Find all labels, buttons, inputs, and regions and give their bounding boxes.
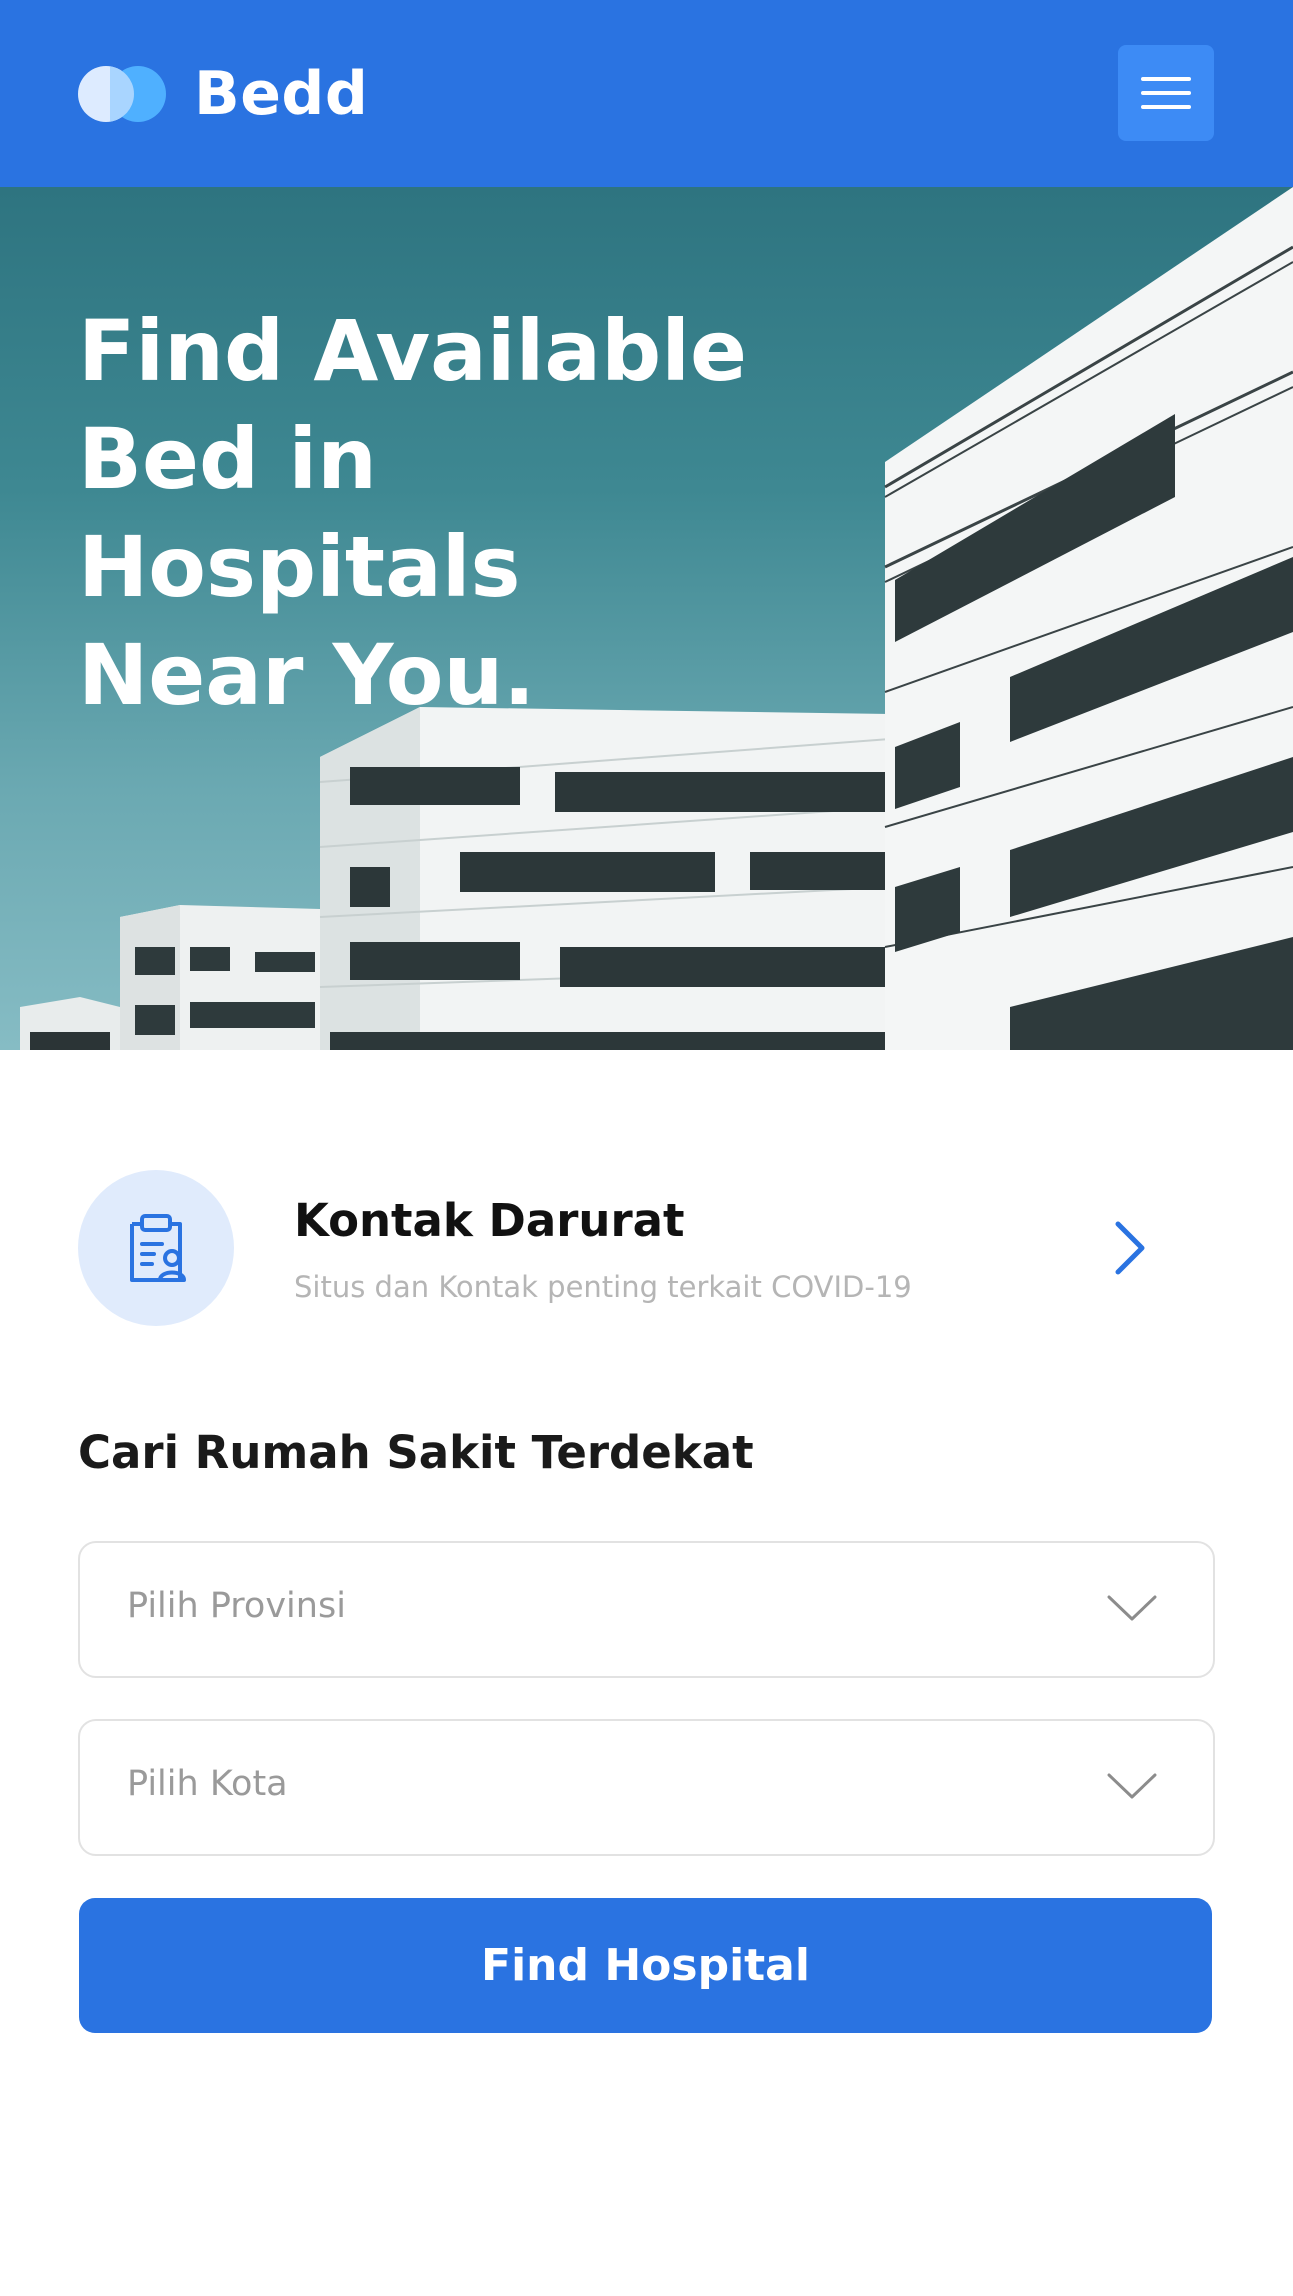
brand-name: Bedd xyxy=(194,58,369,129)
chevron-down-icon xyxy=(1107,1773,1157,1799)
clipboard-user-icon xyxy=(130,1214,186,1282)
find-hospital-button[interactable]: Find Hospital xyxy=(79,1898,1212,2033)
hero-title: Find Available Bed in Hospitals Near You… xyxy=(78,302,747,724)
emergency-contact-card[interactable]: Kontak Darurat Situs dan Kontak penting … xyxy=(78,1168,1215,1328)
province-select[interactable]: Pilih Provinsi xyxy=(78,1541,1215,1678)
city-select[interactable]: Pilih Kota xyxy=(78,1719,1215,1856)
chevron-down-icon xyxy=(1107,1595,1157,1621)
logo-icon xyxy=(78,65,168,122)
hero-banner: Find Available Bed in Hospitals Near You… xyxy=(0,187,1293,1050)
brand-logo[interactable]: Bedd xyxy=(78,56,368,131)
chevron-right-icon[interactable] xyxy=(1108,1220,1148,1276)
contact-subtitle: Situs dan Kontak penting terkait COVID-1… xyxy=(294,1270,912,1304)
search-section-title: Cari Rumah Sakit Terdekat xyxy=(78,1426,754,1479)
city-select-placeholder: Pilih Kota xyxy=(127,1764,288,1804)
menu-button[interactable] xyxy=(1118,45,1214,141)
contact-icon-circle xyxy=(78,1170,234,1326)
province-select-placeholder: Pilih Provinsi xyxy=(127,1586,346,1626)
top-navbar: Bedd xyxy=(0,0,1293,187)
contact-title: Kontak Darurat xyxy=(294,1194,685,1247)
